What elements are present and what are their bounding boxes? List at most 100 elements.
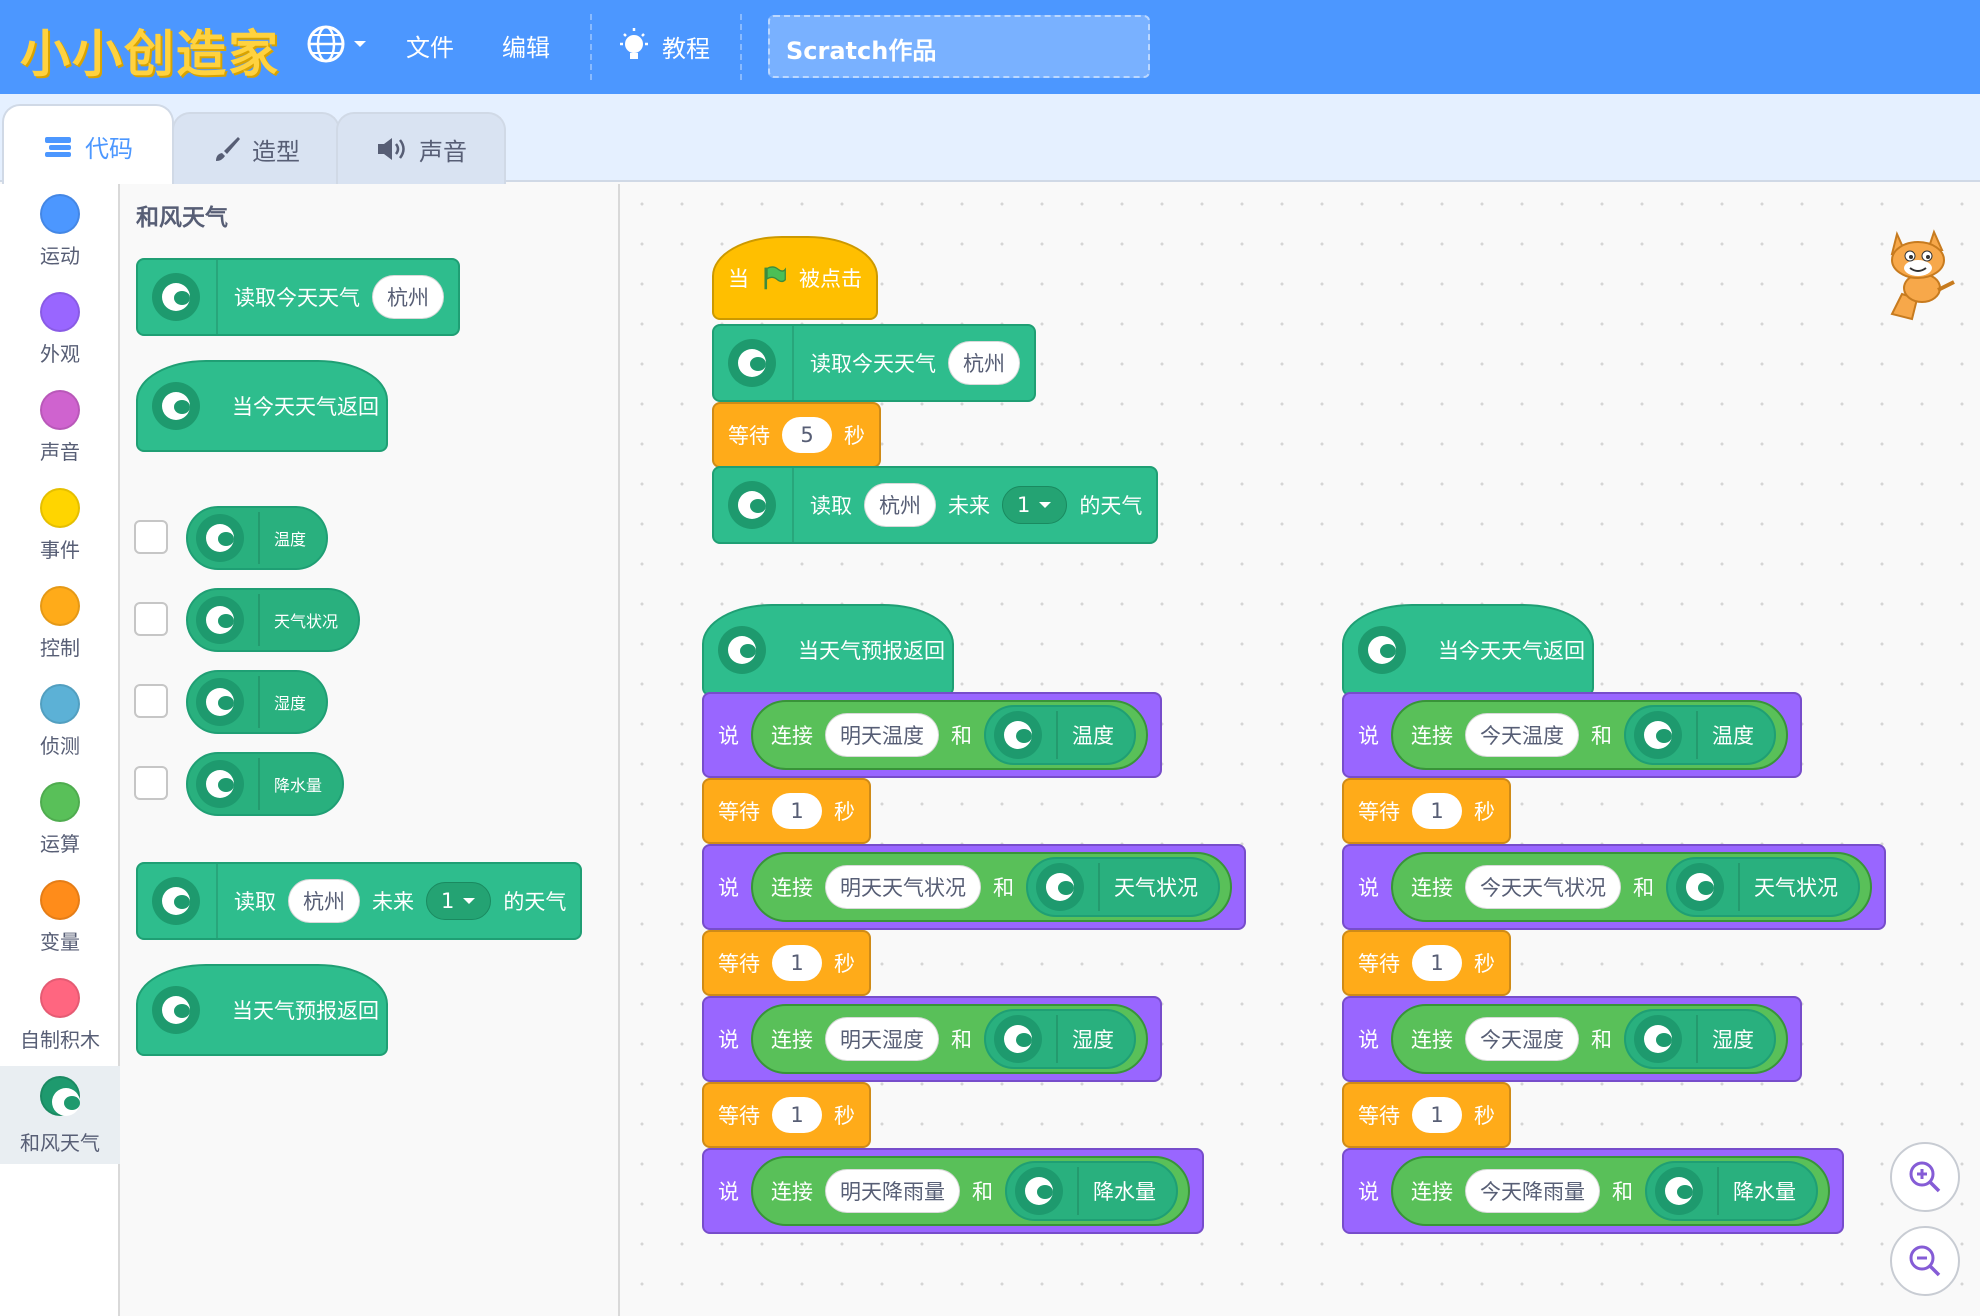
say-block[interactable]: 说 连接 今天湿度和 湿度 — [1342, 996, 1802, 1082]
category-label: 运动 — [40, 244, 80, 268]
city-input[interactable]: 杭州 — [864, 483, 936, 527]
text-input[interactable]: 明天湿度 — [825, 1017, 939, 1061]
join-operator[interactable]: 连接 明天降雨量和 降水量 — [751, 1156, 1190, 1226]
hat-block[interactable]: 当今天天气返回 — [1342, 604, 1594, 696]
reporter-humidity[interactable]: 湿度 — [186, 670, 329, 734]
text-input[interactable]: 明天降雨量 — [825, 1169, 960, 1213]
block-read-today-weather[interactable]: 读取今天天气 杭州 — [136, 258, 460, 336]
text-input[interactable]: 明天天气状况 — [825, 865, 981, 909]
category-4[interactable]: 事件 — [0, 478, 120, 576]
tutorials-button[interactable]: 教程 — [616, 26, 710, 66]
wait-seconds-input[interactable]: 5 — [782, 417, 832, 453]
block-label: 的天气 — [503, 890, 567, 914]
days-dropdown[interactable]: 1 — [426, 882, 492, 920]
join-operator[interactable]: 连接 今天温度和 温度 — [1391, 700, 1788, 770]
wait-seconds-input[interactable]: 1 — [772, 945, 822, 981]
city-input[interactable]: 杭州 — [288, 879, 360, 923]
wait-block[interactable]: 等待 1 秒 — [702, 1082, 871, 1148]
say-block[interactable]: 说 连接 明天湿度和 湿度 — [702, 996, 1162, 1082]
category-8[interactable]: 变量 — [0, 870, 120, 968]
text-input[interactable]: 今天温度 — [1465, 713, 1579, 757]
block-label: 等待 — [718, 800, 760, 824]
text-input[interactable]: 今天天气状况 — [1465, 865, 1621, 909]
wait-seconds-input[interactable]: 1 — [772, 1097, 822, 1133]
join-operator[interactable]: 连接 今天湿度和 湿度 — [1391, 1004, 1788, 1074]
tab-costumes[interactable]: 造型 — [172, 112, 340, 184]
block-read-forecast[interactable]: 读取 杭州 未来 1 的天气 — [712, 466, 1159, 544]
city-input[interactable]: 杭州 — [948, 341, 1020, 385]
category-7[interactable]: 运算 — [0, 772, 120, 870]
wait-seconds-input[interactable]: 1 — [1412, 793, 1462, 829]
days-dropdown[interactable]: 1 — [1002, 486, 1068, 524]
reporter-precipitation[interactable]: 降水量 — [186, 752, 345, 816]
join-operator[interactable]: 连接 明天温度和 温度 — [751, 700, 1148, 770]
temperature-checkbox[interactable] — [134, 520, 168, 554]
weather-reporter[interactable]: 降水量 — [1645, 1161, 1818, 1221]
wait-seconds-input[interactable]: 1 — [772, 793, 822, 829]
block-label: 等待 — [728, 424, 770, 448]
block-read-forecast[interactable]: 读取 杭州 未来 1 的天气 — [136, 862, 583, 940]
wait-block[interactable]: 等待 1 秒 — [1342, 1082, 1511, 1148]
say-block[interactable]: 说 连接 今天降雨量和 降水量 — [1342, 1148, 1844, 1234]
say-block[interactable]: 说 连接 明天降雨量和 降水量 — [702, 1148, 1204, 1234]
say-block[interactable]: 说 连接 明天温度和 温度 — [702, 692, 1162, 778]
wait-block[interactable]: 等待 1 秒 — [702, 930, 871, 996]
wait-block[interactable]: 等待 1 秒 — [1342, 930, 1511, 996]
weather-reporter[interactable]: 天气状况 — [1026, 857, 1220, 917]
weather-reporter[interactable]: 天气状况 — [1666, 857, 1860, 917]
precipitation-checkbox[interactable] — [134, 766, 168, 800]
file-menu[interactable]: 文件 — [406, 28, 454, 63]
join-operator[interactable]: 连接 今天天气状况和 天气状况 — [1391, 852, 1872, 922]
block-wait[interactable]: 等待 5 秒 — [712, 402, 881, 468]
hat-block[interactable]: 当天气预报返回 — [702, 604, 954, 696]
tab-code[interactable]: 代码 — [2, 104, 174, 186]
weather-reporter[interactable]: 温度 — [1624, 705, 1776, 765]
text-input[interactable]: 今天湿度 — [1465, 1017, 1579, 1061]
zoom-in-button[interactable] — [1890, 1142, 1960, 1212]
condition-checkbox[interactable] — [134, 602, 168, 636]
city-input[interactable]: 杭州 — [372, 275, 444, 319]
block-label: 说 — [718, 876, 739, 900]
reporter-label: 湿度 — [274, 694, 307, 713]
humidity-checkbox[interactable] — [134, 684, 168, 718]
say-block[interactable]: 说 连接 今天天气状况和 天气状况 — [1342, 844, 1886, 930]
script-workspace[interactable]: 当 被点击 读取今天天气 杭州 等待 5 秒 读取 杭州 未来 1 的天气 当天… — [622, 184, 1980, 1316]
hat-when-flag-clicked[interactable]: 当 被点击 — [712, 236, 878, 320]
hat-when-today-weather[interactable]: 当今天天气返回 — [136, 360, 388, 452]
category-9[interactable]: 自制积木 — [0, 968, 120, 1066]
wait-seconds-input[interactable]: 1 — [1412, 1097, 1462, 1133]
project-title-input[interactable]: Scratch作品 — [768, 15, 1150, 78]
app-logo[interactable]: 小小创造家 — [20, 14, 280, 86]
join-operator[interactable]: 连接 今天降雨量和 降水量 — [1391, 1156, 1830, 1226]
category-6[interactable]: 侦测 — [0, 674, 120, 772]
say-block[interactable]: 说 连接 明天天气状况和 天气状况 — [702, 844, 1246, 930]
say-block[interactable]: 说 连接 今天温度和 温度 — [1342, 692, 1802, 778]
zoom-out-button[interactable] — [1890, 1226, 1960, 1296]
reporter-label: 降水量 — [274, 776, 323, 795]
wait-seconds-input[interactable]: 1 — [1412, 945, 1462, 981]
reporter-temperature[interactable]: 温度 — [186, 506, 329, 570]
days-value: 1 — [1017, 493, 1031, 517]
wait-block[interactable]: 等待 1 秒 — [702, 778, 871, 844]
category-10[interactable]: 和风天气 — [0, 1066, 120, 1164]
text-input[interactable]: 今天降雨量 — [1465, 1169, 1600, 1213]
join-operator[interactable]: 连接 明天湿度和 湿度 — [751, 1004, 1148, 1074]
block-read-today-weather[interactable]: 读取今天天气 杭州 — [712, 324, 1036, 402]
sprite-cat-icon[interactable] — [1872, 224, 1962, 324]
weather-reporter[interactable]: 降水量 — [1005, 1161, 1178, 1221]
weather-reporter[interactable]: 温度 — [984, 705, 1136, 765]
category-5[interactable]: 控制 — [0, 576, 120, 674]
text-input[interactable]: 明天温度 — [825, 713, 939, 757]
wait-block[interactable]: 等待 1 秒 — [1342, 778, 1511, 844]
language-button[interactable] — [306, 24, 368, 64]
hat-when-forecast[interactable]: 当天气预报返回 — [136, 964, 388, 1056]
weather-reporter[interactable]: 湿度 — [984, 1009, 1136, 1069]
tab-sounds[interactable]: 声音 — [336, 112, 506, 184]
join-operator[interactable]: 连接 明天天气状况和 天气状况 — [751, 852, 1232, 922]
category-3[interactable]: 声音 — [0, 380, 120, 478]
weather-reporter[interactable]: 湿度 — [1624, 1009, 1776, 1069]
category-2[interactable]: 外观 — [0, 282, 120, 380]
edit-menu[interactable]: 编辑 — [502, 28, 550, 63]
category-1[interactable]: 运动 — [0, 184, 120, 282]
reporter-condition[interactable]: 天气状况 — [186, 588, 361, 652]
